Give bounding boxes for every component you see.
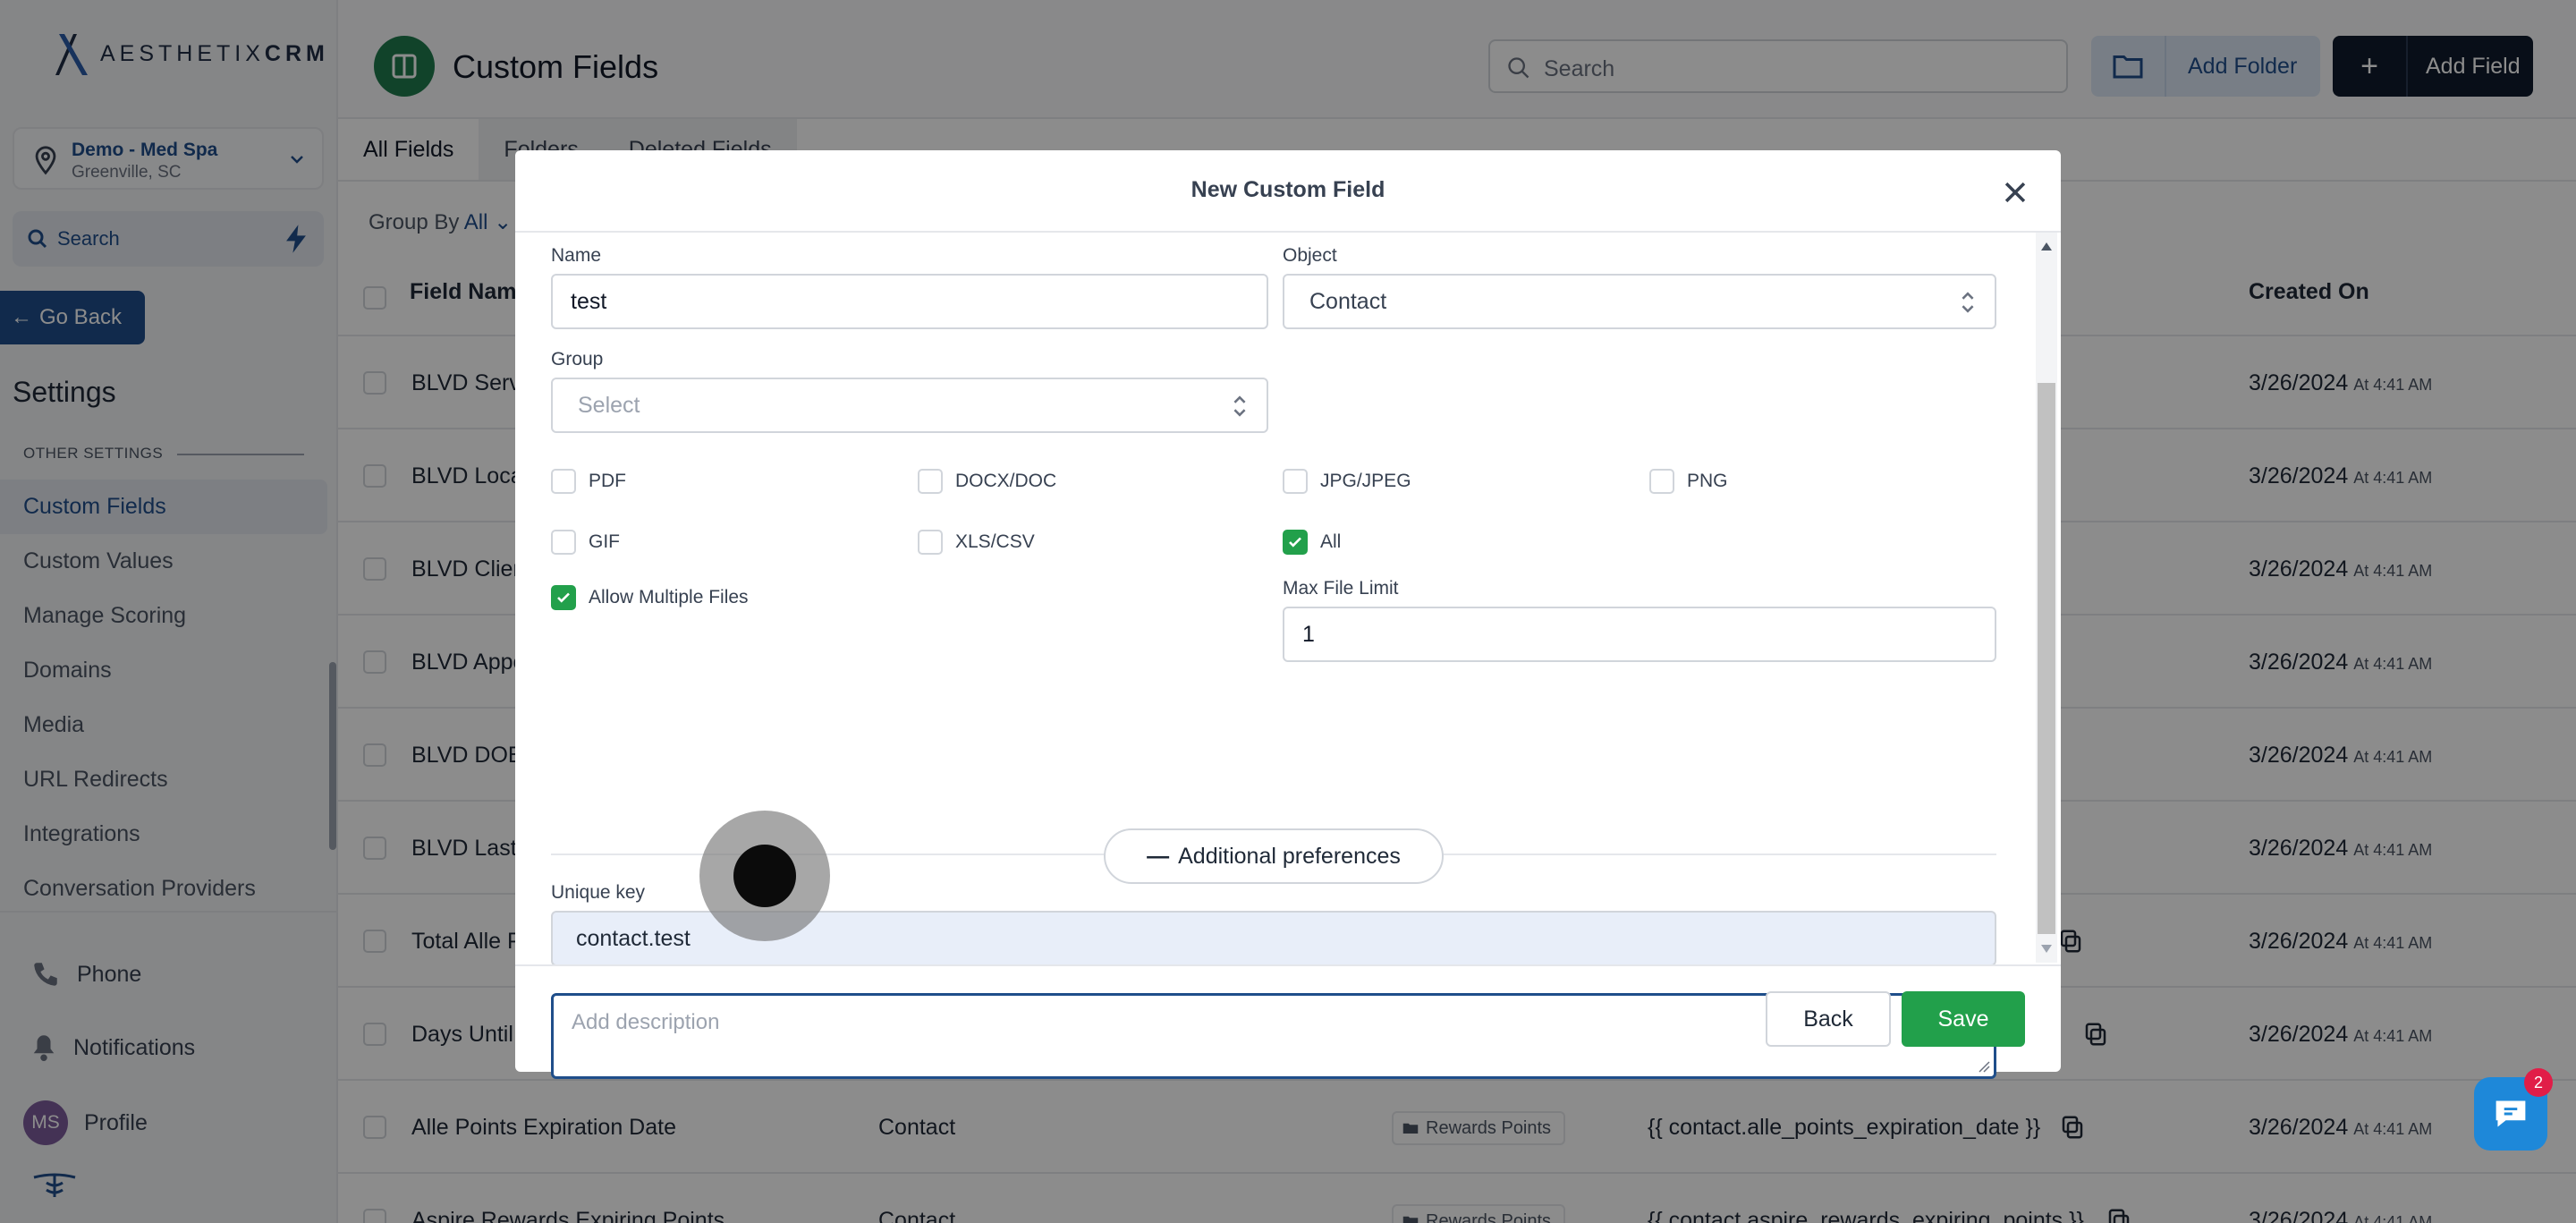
check-icon [557, 592, 570, 603]
save-button[interactable]: Save [1902, 991, 2025, 1047]
checkbox[interactable] [1283, 469, 1308, 494]
filetype-jpg[interactable]: JPG/JPEG [1283, 469, 1411, 494]
description-placeholder: Add description [572, 1010, 720, 1034]
option-label: PDF [589, 471, 626, 491]
cursor-pointer [733, 845, 796, 907]
scroll-down-icon[interactable] [2039, 943, 2054, 955]
group-label: Group [551, 349, 604, 369]
name-field[interactable]: test [551, 274, 1268, 329]
additional-prefs-label: Additional preferences [1178, 843, 1401, 869]
filetype-pdf[interactable]: PDF [551, 469, 626, 494]
allow-multiple-files[interactable]: Allow Multiple Files [551, 585, 749, 610]
checkbox[interactable] [551, 469, 576, 494]
close-icon[interactable] [2000, 177, 2030, 208]
chat-unread-badge: 2 [2524, 1068, 2553, 1097]
scroll-up-icon[interactable] [2039, 240, 2054, 252]
filetype-docx[interactable]: DOCX/DOC [918, 469, 1056, 494]
check-icon [1289, 537, 1301, 548]
checkbox-checked[interactable] [551, 585, 576, 610]
option-label: Allow Multiple Files [589, 587, 749, 607]
max-file-limit-field[interactable]: 1 [1283, 607, 1996, 662]
checkbox-checked[interactable] [1283, 530, 1308, 555]
minus-icon: — [1147, 843, 1170, 869]
group-select[interactable]: Select [551, 378, 1268, 433]
checkbox[interactable] [551, 530, 576, 555]
filetype-png[interactable]: PNG [1649, 469, 1728, 494]
max-file-limit-label: Max File Limit [1283, 578, 1399, 599]
checkbox[interactable] [1649, 469, 1674, 494]
updown-icon [1233, 395, 1246, 417]
checkbox[interactable] [918, 530, 943, 555]
filetype-xls[interactable]: XLS/CSV [918, 530, 1035, 555]
modal-footer-divider [515, 964, 2061, 966]
filetype-all[interactable]: All [1283, 530, 1341, 555]
chat-icon [2496, 1100, 2526, 1127]
back-button[interactable]: Back [1766, 991, 1891, 1047]
option-label: JPG/JPEG [1320, 471, 1411, 491]
resize-handle-icon[interactable] [1978, 1060, 1990, 1073]
name-label: Name [551, 245, 602, 266]
group-placeholder: Select [578, 393, 640, 418]
option-label: PNG [1687, 471, 1728, 491]
filetype-gif[interactable]: GIF [551, 530, 620, 555]
object-label: Object [1283, 245, 1337, 266]
modal-scrollbar-thumb[interactable] [2038, 383, 2055, 934]
checkbox[interactable] [918, 469, 943, 494]
option-label: DOCX/DOC [955, 471, 1057, 491]
object-value: Contact [1309, 289, 1387, 314]
additional-preferences-toggle[interactable]: — Additional preferences [1104, 828, 1444, 884]
updown-icon [1962, 292, 1974, 313]
modal-title: New Custom Field [1191, 177, 1385, 202]
unique-key-label: Unique key [551, 882, 646, 903]
object-select[interactable]: Contact [1283, 274, 1996, 329]
option-label: XLS/CSV [955, 531, 1035, 552]
option-label: GIF [589, 531, 620, 552]
option-label: All [1320, 531, 1342, 552]
